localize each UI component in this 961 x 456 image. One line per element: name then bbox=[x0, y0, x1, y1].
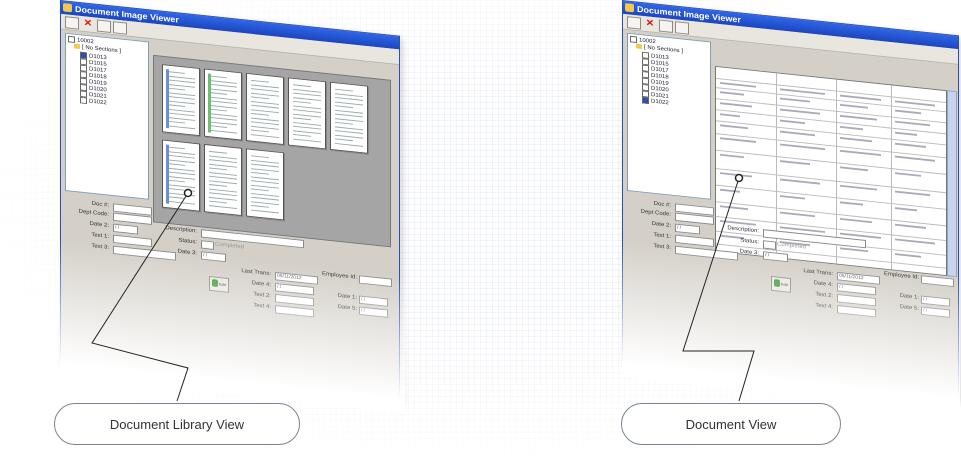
document-library-view-text: Document Library View bbox=[109, 416, 245, 432]
document-view-text: Document View bbox=[685, 416, 777, 432]
document-library-view-label: Document Library View bbox=[54, 403, 300, 445]
left-callout-line bbox=[91, 192, 189, 402]
callout-lines bbox=[91, 173, 755, 402]
document-view-label: Document View bbox=[621, 403, 841, 445]
left-callout-dot bbox=[183, 188, 193, 198]
right-callout-dot bbox=[734, 173, 744, 183]
right-callout-line bbox=[682, 177, 755, 402]
